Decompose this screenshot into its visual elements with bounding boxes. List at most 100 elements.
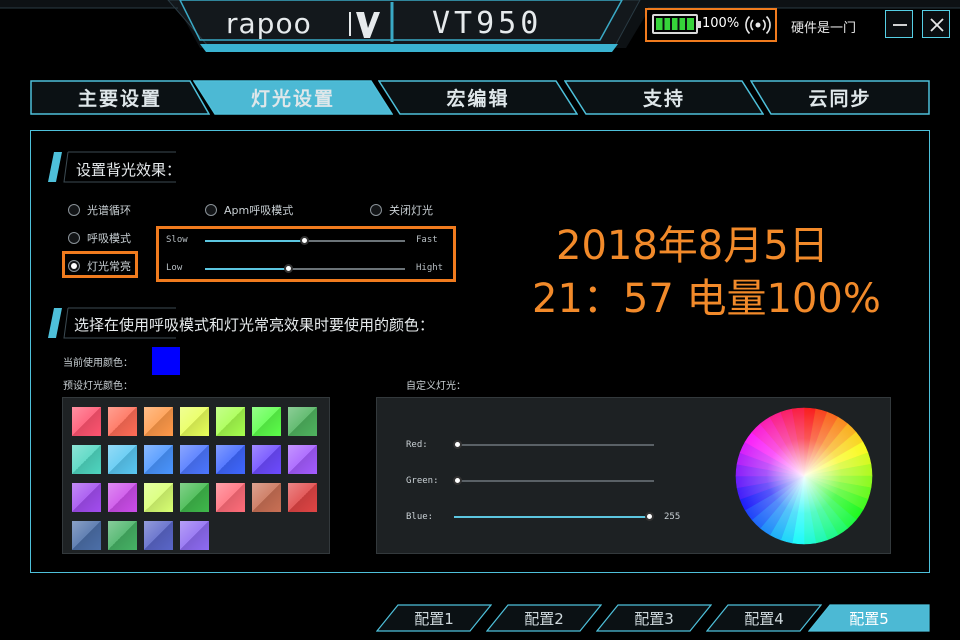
tab-label: 灯光设置 (250, 88, 335, 110)
close-icon (930, 18, 944, 32)
preset-color-label: 预设灯光颜色： (63, 381, 133, 392)
speed-slider-handle[interactable] (300, 236, 309, 245)
preset-color-swatch[interactable] (108, 521, 137, 550)
blue-slider-fill (454, 516, 650, 518)
tab-label: 云同步 (808, 88, 872, 110)
model-name: VT950 (432, 6, 543, 41)
preset-color-swatch[interactable] (72, 483, 101, 512)
color-wheel[interactable] (734, 406, 874, 546)
preset-color-swatch[interactable] (72, 407, 101, 436)
preset-color-swatch[interactable] (144, 407, 173, 436)
green-slider-handle[interactable] (453, 476, 462, 485)
preset-color-swatch[interactable] (180, 407, 209, 436)
profile-label: 配置1 (414, 609, 454, 628)
radio-steady-light[interactable]: 灯光常亮 (68, 258, 131, 274)
preset-color-swatch[interactable] (216, 407, 245, 436)
close-button[interactable] (922, 10, 950, 38)
preset-color-swatch[interactable] (216, 483, 245, 512)
profile-label: 配置2 (524, 609, 564, 628)
backlight-section-title: 设置背光效果： (76, 161, 182, 179)
speed-min-label: Slow (166, 235, 188, 245)
radio-button (68, 204, 80, 216)
preset-color-swatch[interactable] (144, 521, 173, 550)
profile-label: 配置3 (634, 609, 674, 628)
brightness-max-label: Hight (416, 263, 444, 273)
profile-5-tab[interactable]: 配置5 (808, 604, 930, 632)
profile-label: 配置4 (744, 609, 784, 628)
brightness-min-label: Low (166, 263, 183, 273)
radio-label: 关闭灯光 (389, 204, 433, 217)
preset-color-swatch[interactable] (180, 445, 209, 474)
tab-macro-edit[interactable]: 宏编辑 (378, 80, 578, 115)
preset-color-swatch[interactable] (252, 407, 281, 436)
speed-max-label: Fast (416, 235, 438, 245)
tab-cloud-sync[interactable]: 云同步 (750, 80, 930, 115)
radio-breathing[interactable]: 呼吸模式 (68, 230, 131, 246)
preset-color-swatch[interactable] (108, 483, 137, 512)
green-label: Green: (406, 476, 439, 486)
tab-main-settings[interactable]: 主要设置 (30, 80, 210, 115)
battery-percent: 100% (702, 16, 740, 31)
current-color-swatch (152, 347, 180, 375)
annotation-time-battery: 21：57 电量100% (532, 276, 881, 322)
blue-value: 255 (664, 512, 681, 522)
preset-color-swatch[interactable] (252, 483, 281, 512)
preset-color-swatch[interactable] (180, 483, 209, 512)
preset-color-swatch[interactable] (108, 407, 137, 436)
wireless-signal-icon (745, 15, 771, 35)
profile-1-tab[interactable]: 配置1 (376, 604, 492, 632)
preset-color-swatch[interactable] (216, 445, 245, 474)
red-slider-handle[interactable] (453, 440, 462, 449)
tab-label: 主要设置 (77, 88, 162, 110)
profile-2-tab[interactable]: 配置2 (486, 604, 602, 632)
brightness-slider-fill (205, 268, 289, 270)
annotation-date: 2018年8月5日 (556, 223, 829, 269)
preset-color-swatch[interactable] (288, 483, 317, 512)
preset-color-swatch[interactable] (180, 521, 209, 550)
preset-color-swatch[interactable] (252, 445, 281, 474)
blue-slider[interactable] (454, 512, 654, 521)
preset-color-swatch[interactable] (72, 445, 101, 474)
green-slider[interactable] (453, 476, 654, 485)
minimize-icon (893, 24, 907, 26)
radio-spectrum-cycle[interactable]: 光谱循环 (68, 202, 131, 218)
blue-label: Blue: (406, 512, 434, 522)
brightness-slider-handle[interactable] (284, 264, 293, 273)
battery-icon (652, 14, 701, 34)
minimize-button[interactable] (885, 10, 913, 38)
radio-label: 灯光常亮 (87, 260, 131, 273)
radio-button (68, 232, 80, 244)
speed-slider[interactable] (205, 236, 405, 245)
radio-button-selected (68, 260, 80, 272)
tab-label: 宏编辑 (446, 88, 510, 110)
brand-v-logo-icon (349, 12, 380, 38)
hardware-label: 硬件是一门 (791, 21, 857, 36)
brand-logo: rapoo (226, 7, 312, 40)
red-slider[interactable] (453, 440, 654, 449)
radio-label: 光谱循环 (87, 204, 131, 217)
profile-3-tab[interactable]: 配置3 (596, 604, 712, 632)
speed-slider-fill (205, 240, 305, 242)
tab-support[interactable]: 支持 (564, 80, 764, 115)
battery-segments (662, 18, 687, 30)
preset-color-swatch[interactable] (144, 483, 173, 512)
tab-label: 支持 (642, 88, 685, 110)
preset-color-grid (62, 397, 330, 554)
preset-color-swatch[interactable] (288, 407, 317, 436)
preset-color-swatch[interactable] (288, 445, 317, 474)
preset-color-swatch[interactable] (144, 445, 173, 474)
blue-slider-handle[interactable] (645, 512, 654, 521)
preset-color-swatch[interactable] (72, 521, 101, 550)
profile-4-tab[interactable]: 配置4 (706, 604, 822, 632)
radio-button (370, 204, 382, 216)
slider-highlight-box (156, 226, 456, 282)
brightness-slider[interactable] (205, 264, 405, 273)
tab-light-settings[interactable]: 灯光设置 (193, 80, 393, 115)
radio-light-off[interactable]: 关闭灯光 (370, 202, 433, 218)
red-label: Red: (406, 440, 428, 450)
preset-color-swatch[interactable] (108, 445, 137, 474)
profile-label: 配置5 (849, 609, 889, 628)
radio-button (205, 204, 217, 216)
custom-light-label: 自定义灯光： (406, 381, 466, 392)
radio-apm-breathing[interactable]: Apm呼吸模式 (205, 202, 293, 218)
